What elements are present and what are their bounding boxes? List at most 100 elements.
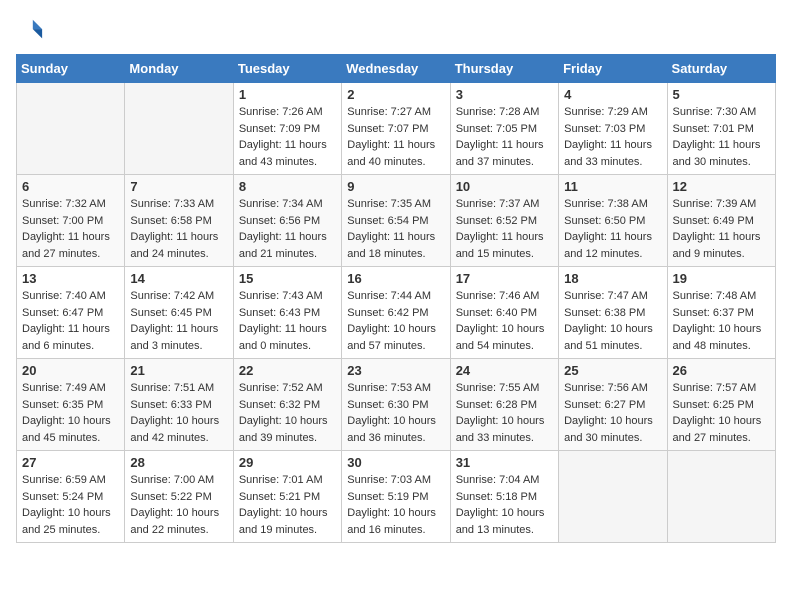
day-number: 23 (347, 363, 444, 378)
day-info: Sunrise: 7:43 AMSunset: 6:43 PMDaylight:… (239, 288, 336, 354)
day-info: Sunrise: 7:33 AMSunset: 6:58 PMDaylight:… (130, 196, 227, 262)
header-day: Friday (559, 55, 667, 83)
day-info: Sunrise: 7:51 AMSunset: 6:33 PMDaylight:… (130, 380, 227, 446)
calendar-cell: 20Sunrise: 7:49 AMSunset: 6:35 PMDayligh… (17, 359, 125, 451)
day-number: 16 (347, 271, 444, 286)
header-day: Thursday (450, 55, 558, 83)
day-number: 9 (347, 179, 444, 194)
day-info: Sunrise: 7:28 AMSunset: 7:05 PMDaylight:… (456, 104, 553, 170)
calendar-cell: 8 Sunrise: 7:34 AMSunset: 6:56 PMDaylight… (233, 175, 341, 267)
calendar-cell (125, 83, 233, 175)
calendar-cell: 3 Sunrise: 7:28 AMSunset: 7:05 PMDaylight… (450, 83, 558, 175)
day-number: 30 (347, 455, 444, 470)
day-info: Sunrise: 7:48 AMSunset: 6:37 PMDaylight:… (673, 288, 770, 354)
calendar-cell: 23 Sunrise: 7:53 AMSunset: 6:30 PMDayligh… (342, 359, 450, 451)
day-number: 6 (22, 179, 119, 194)
day-number: 5 (673, 87, 770, 102)
header-day: Tuesday (233, 55, 341, 83)
calendar-cell: 18 Sunrise: 7:47 AMSunset: 6:38 PMDayligh… (559, 267, 667, 359)
header-day: Wednesday (342, 55, 450, 83)
day-info: Sunrise: 7:30 AMSunset: 7:01 PMDaylight:… (673, 104, 770, 170)
day-info: Sunrise: 7:34 AMSunset: 6:56 PMDaylight:… (239, 196, 336, 262)
calendar-cell: 21 Sunrise: 7:51 AMSunset: 6:33 PMDayligh… (125, 359, 233, 451)
day-info: Sunrise: 7:56 AMSunset: 6:27 PMDaylight:… (564, 380, 661, 446)
calendar-cell: 30 Sunrise: 7:03 AMSunset: 5:19 PMDayligh… (342, 451, 450, 543)
calendar-cell (17, 83, 125, 175)
day-number: 1 (239, 87, 336, 102)
calendar-cell: 13Sunrise: 7:40 AMSunset: 6:47 PMDayligh… (17, 267, 125, 359)
day-info: Sunrise: 7:46 AMSunset: 6:40 PMDaylight:… (456, 288, 553, 354)
header-day: Sunday (17, 55, 125, 83)
day-number: 19 (673, 271, 770, 286)
day-info: Sunrise: 7:38 AMSunset: 6:50 PMDaylight:… (564, 196, 661, 262)
calendar-cell: 27 Sunrise: 6:59 AMSunset: 5:24 PMDayligh… (17, 451, 125, 543)
calendar-cell: 14 Sunrise: 7:42 AMSunset: 6:45 PMDayligh… (125, 267, 233, 359)
header-day: Saturday (667, 55, 775, 83)
day-number: 7 (130, 179, 227, 194)
day-number: 24 (456, 363, 553, 378)
header-row: SundayMondayTuesdayWednesdayThursdayFrid… (17, 55, 776, 83)
day-info: Sunrise: 7:39 AMSunset: 6:49 PMDaylight:… (673, 196, 770, 262)
day-number: 22 (239, 363, 336, 378)
calendar-cell: 12 Sunrise: 7:39 AMSunset: 6:49 PMDayligh… (667, 175, 775, 267)
calendar-cell: 15 Sunrise: 7:43 AMSunset: 6:43 PMDayligh… (233, 267, 341, 359)
calendar-cell: 5 Sunrise: 7:30 AMSunset: 7:01 PMDaylight… (667, 83, 775, 175)
day-number: 14 (130, 271, 227, 286)
day-info: Sunrise: 7:42 AMSunset: 6:45 PMDaylight:… (130, 288, 227, 354)
day-number: 31 (456, 455, 553, 470)
day-info: Sunrise: 7:57 AMSunset: 6:25 PMDaylight:… (673, 380, 770, 446)
day-info: Sunrise: 7:55 AMSunset: 6:28 PMDaylight:… (456, 380, 553, 446)
day-info: Sunrise: 7:40 AMSunset: 6:47 PMDaylight:… (22, 288, 119, 354)
calendar-table: SundayMondayTuesdayWednesdayThursdayFrid… (16, 54, 776, 543)
day-number: 15 (239, 271, 336, 286)
day-number: 29 (239, 455, 336, 470)
day-info: Sunrise: 7:52 AMSunset: 6:32 PMDaylight:… (239, 380, 336, 446)
header-day: Monday (125, 55, 233, 83)
calendar-cell (667, 451, 775, 543)
calendar-cell: 9 Sunrise: 7:35 AMSunset: 6:54 PMDaylight… (342, 175, 450, 267)
day-number: 10 (456, 179, 553, 194)
calendar-cell: 17Sunrise: 7:46 AMSunset: 6:40 PMDayligh… (450, 267, 558, 359)
calendar-cell (559, 451, 667, 543)
calendar-cell: 19 Sunrise: 7:48 AMSunset: 6:37 PMDayligh… (667, 267, 775, 359)
day-number: 25 (564, 363, 661, 378)
calendar-cell: 31 Sunrise: 7:04 AMSunset: 5:18 PMDayligh… (450, 451, 558, 543)
calendar-cell: 1 Sunrise: 7:26 AMSunset: 7:09 PMDaylight… (233, 83, 341, 175)
day-info: Sunrise: 7:00 AMSunset: 5:22 PMDaylight:… (130, 472, 227, 538)
day-number: 27 (22, 455, 119, 470)
calendar-week: 20Sunrise: 7:49 AMSunset: 6:35 PMDayligh… (17, 359, 776, 451)
day-number: 3 (456, 87, 553, 102)
day-number: 18 (564, 271, 661, 286)
day-info: Sunrise: 7:37 AMSunset: 6:52 PMDaylight:… (456, 196, 553, 262)
day-number: 4 (564, 87, 661, 102)
logo-icon (16, 16, 44, 44)
calendar-cell: 4Sunrise: 7:29 AMSunset: 7:03 PMDaylight… (559, 83, 667, 175)
day-number: 28 (130, 455, 227, 470)
calendar-week: 13Sunrise: 7:40 AMSunset: 6:47 PMDayligh… (17, 267, 776, 359)
calendar-cell: 10 Sunrise: 7:37 AMSunset: 6:52 PMDayligh… (450, 175, 558, 267)
calendar-week: 6 Sunrise: 7:32 AMSunset: 7:00 PMDaylight… (17, 175, 776, 267)
day-info: Sunrise: 7:26 AMSunset: 7:09 PMDaylight:… (239, 104, 336, 170)
day-info: Sunrise: 7:32 AMSunset: 7:00 PMDaylight:… (22, 196, 119, 262)
calendar-cell: 16 Sunrise: 7:44 AMSunset: 6:42 PMDayligh… (342, 267, 450, 359)
day-info: Sunrise: 7:44 AMSunset: 6:42 PMDaylight:… (347, 288, 444, 354)
calendar-cell: 11 Sunrise: 7:38 AMSunset: 6:50 PMDayligh… (559, 175, 667, 267)
day-number: 20 (22, 363, 119, 378)
day-number: 2 (347, 87, 444, 102)
day-info: Sunrise: 7:47 AMSunset: 6:38 PMDaylight:… (564, 288, 661, 354)
day-info: Sunrise: 7:01 AMSunset: 5:21 PMDaylight:… (239, 472, 336, 538)
page-header (16, 16, 776, 44)
calendar-cell: 6 Sunrise: 7:32 AMSunset: 7:00 PMDaylight… (17, 175, 125, 267)
day-info: Sunrise: 7:04 AMSunset: 5:18 PMDaylight:… (456, 472, 553, 538)
calendar-week: 27 Sunrise: 6:59 AMSunset: 5:24 PMDayligh… (17, 451, 776, 543)
day-number: 11 (564, 179, 661, 194)
day-info: Sunrise: 6:59 AMSunset: 5:24 PMDaylight:… (22, 472, 119, 538)
day-number: 12 (673, 179, 770, 194)
day-info: Sunrise: 7:03 AMSunset: 5:19 PMDaylight:… (347, 472, 444, 538)
day-info: Sunrise: 7:35 AMSunset: 6:54 PMDaylight:… (347, 196, 444, 262)
logo (16, 16, 48, 44)
day-number: 8 (239, 179, 336, 194)
day-number: 21 (130, 363, 227, 378)
day-info: Sunrise: 7:27 AMSunset: 7:07 PMDaylight:… (347, 104, 444, 170)
day-info: Sunrise: 7:53 AMSunset: 6:30 PMDaylight:… (347, 380, 444, 446)
